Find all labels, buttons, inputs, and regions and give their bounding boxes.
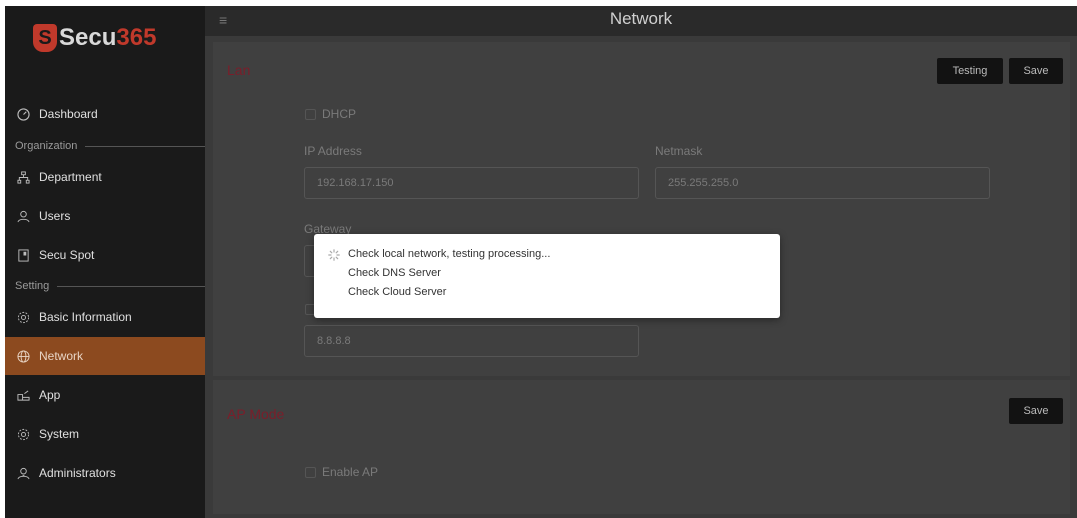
sidebar-item-users[interactable]: Users [5, 197, 205, 235]
status-line-local-network: Check local network, testing processing.… [348, 248, 551, 260]
testing-button[interactable]: Testing [937, 58, 1003, 84]
netmask-label: Netmask [655, 144, 703, 158]
section-setting: Setting [15, 280, 205, 292]
sidebar-item-label: Department [39, 170, 102, 184]
gear-icon [15, 426, 31, 442]
sidebar-item-label: App [39, 388, 61, 402]
lan-title: Lan [227, 62, 251, 78]
section-organization: Organization [15, 140, 205, 152]
lan-save-button[interactable]: Save [1009, 58, 1063, 84]
ip-address-field[interactable]: 192.168.17.150 [304, 167, 639, 199]
dhcp-label: DHCP [322, 107, 357, 121]
sidebar-item-department[interactable]: Department [5, 158, 205, 196]
sidebar-item-app[interactable]: App [5, 376, 205, 414]
admin-icon [15, 465, 31, 481]
page-title: Network [609, 9, 673, 28]
ap-mode-card: AP Mode Save Enable AP [213, 380, 1070, 514]
status-line-cloud: Check Cloud Server [348, 286, 447, 298]
ap-save-button[interactable]: Save [1009, 398, 1063, 424]
sidebar-item-basic-information[interactable]: Basic Information [5, 298, 205, 336]
sidebar-item-dashboard[interactable]: Dashboard [5, 95, 205, 133]
sidebar-item-label: Secu Spot [39, 248, 95, 262]
device-icon [15, 247, 31, 263]
sidebar-item-secu-spot[interactable]: Secu Spot [5, 236, 205, 274]
sidebar-item-administrators[interactable]: Administrators [5, 454, 205, 492]
org-icon [15, 169, 31, 185]
sidebar-item-label: Users [39, 209, 71, 223]
sidebar: S Secu 365 Dashboard Organization Depart… [5, 6, 205, 518]
testing-progress-dialog: Check local network, testing processing.… [314, 234, 780, 318]
top-header: ≡ Network [205, 6, 1077, 36]
sidebar-item-system[interactable]: System [5, 415, 205, 453]
dashboard-icon [15, 106, 31, 122]
sidebar-item-label: Network [39, 349, 84, 363]
ap-mode-title: AP Mode [227, 406, 285, 422]
enable-ap-checkbox[interactable] [305, 467, 316, 478]
loading-spinner-icon [328, 248, 340, 261]
lan-card: Lan Testing Save DHCP IP Address 192.168… [213, 42, 1070, 376]
ip-address-label: IP Address [304, 144, 362, 158]
enable-ap-label: Enable AP [322, 465, 379, 479]
sidebar-item-network[interactable]: Network [5, 337, 205, 375]
sidebar-item-label: Administrators [39, 466, 116, 480]
brand-logo[interactable]: S Secu 365 [33, 24, 156, 52]
status-line-dns: Check DNS Server [348, 267, 441, 279]
app-icon [15, 387, 31, 403]
logo-text: Secu [59, 24, 117, 51]
netmask-field[interactable]: 255.255.255.0 [655, 167, 990, 199]
sidebar-item-label: Basic Information [39, 310, 132, 324]
sidebar-item-label: Dashboard [39, 107, 98, 121]
logo-number: 365 [116, 24, 157, 51]
user-icon [15, 208, 31, 224]
globe-icon [15, 348, 31, 364]
sidebar-item-label: System [39, 427, 80, 441]
logo-badge: S [33, 24, 57, 52]
gear-icon [15, 309, 31, 325]
dhcp-checkbox[interactable] [305, 109, 316, 120]
dns-field[interactable]: 8.8.8.8 [304, 325, 639, 357]
